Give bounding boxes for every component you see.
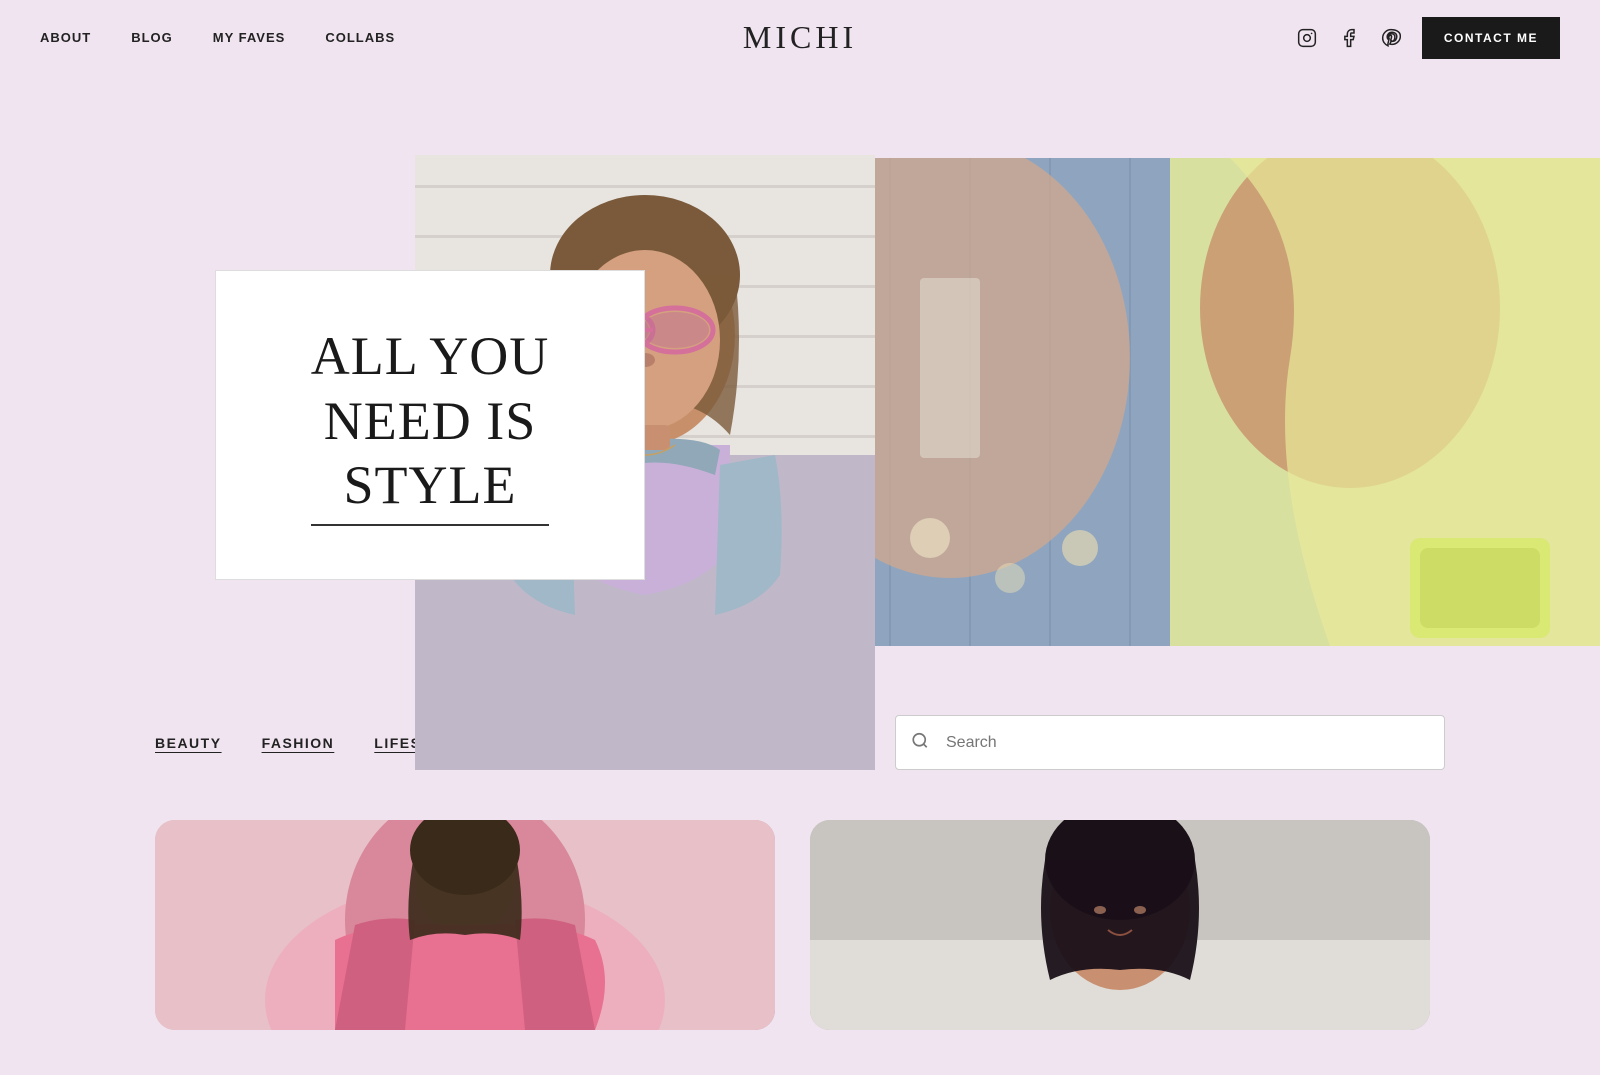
search-icon — [911, 731, 929, 754]
nav-left: ABOUT BLOG MY FAVES COLLABS — [40, 30, 395, 45]
site-header: ABOUT BLOG MY FAVES COLLABS MICHI CONTAC… — [0, 0, 1600, 75]
tab-beauty[interactable]: BEAUTY — [155, 735, 222, 751]
site-logo[interactable]: MICHI — [743, 19, 857, 56]
facebook-icon[interactable] — [1338, 27, 1360, 49]
blog-cards-section — [0, 800, 1600, 1030]
nav-blog[interactable]: BLOG — [131, 30, 173, 45]
nav-collabs[interactable]: COLLABS — [325, 30, 395, 45]
hero-tagline: ALL YOU NEED IS STYLE — [311, 324, 549, 526]
pinterest-icon[interactable] — [1380, 27, 1402, 49]
hero-text-box: ALL YOU NEED IS STYLE — [215, 270, 645, 580]
tab-fashion[interactable]: FASHION — [262, 735, 335, 751]
contact-button[interactable]: CONTACT ME — [1422, 17, 1560, 59]
nav-about[interactable]: ABOUT — [40, 30, 91, 45]
instagram-icon[interactable] — [1296, 27, 1318, 49]
search-container — [895, 715, 1445, 770]
search-input[interactable] — [895, 715, 1445, 770]
nav-right: CONTACT ME — [1296, 17, 1560, 59]
blog-card-1[interactable] — [155, 820, 775, 1030]
hero-section: ALL YOU NEED IS STYLE — [0, 75, 1600, 685]
nav-my-faves[interactable]: MY FAVES — [213, 30, 286, 45]
blog-card-2[interactable] — [810, 820, 1430, 1030]
